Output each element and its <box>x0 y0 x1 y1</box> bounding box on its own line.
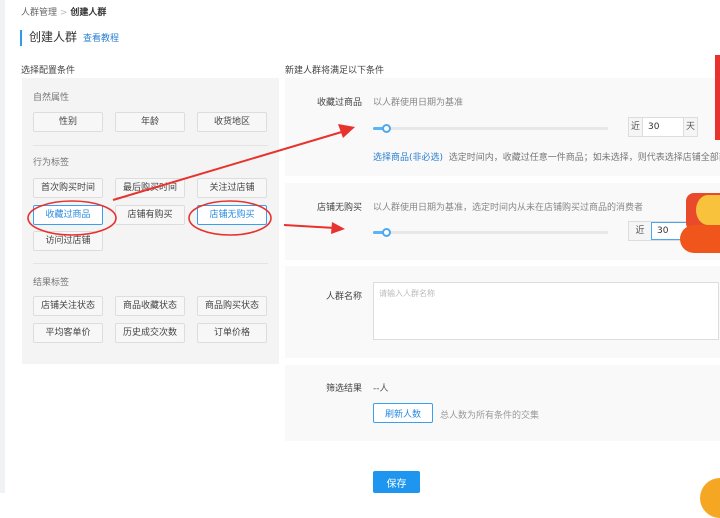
annotation-arrow <box>112 130 346 201</box>
arrow-head-icon <box>338 124 355 138</box>
arrow-head-icon <box>331 222 345 234</box>
annotation-arrow <box>283 224 336 229</box>
annotation-circle <box>188 200 272 236</box>
annotation-circle <box>27 200 117 236</box>
annotation-overlay <box>27 124 355 236</box>
